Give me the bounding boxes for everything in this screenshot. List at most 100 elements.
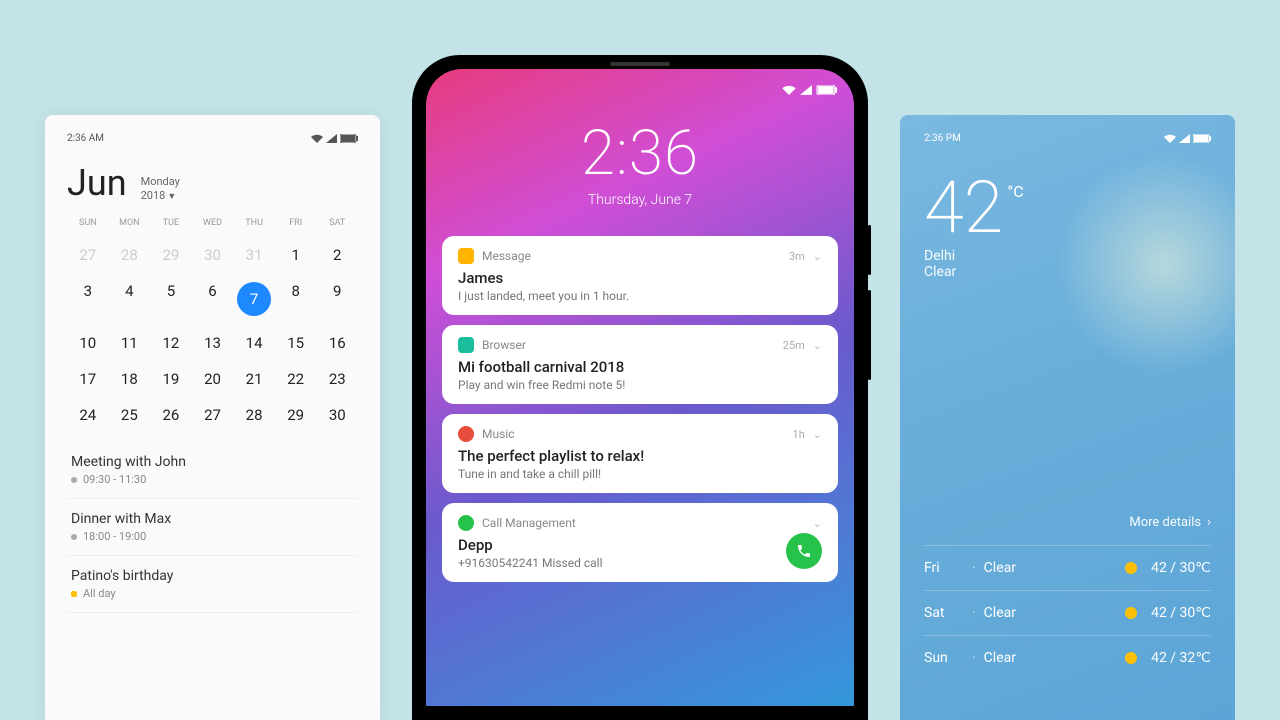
calendar-day[interactable]: 7: [233, 282, 275, 316]
notification-title: James: [458, 269, 822, 287]
calendar-day[interactable]: 19: [150, 370, 192, 388]
signal-icon: [326, 134, 337, 143]
calendar-dow: SUN: [67, 218, 109, 228]
notification-time: 25m: [783, 339, 805, 352]
status-bar: 2:36 AM: [67, 133, 358, 144]
calendar-day[interactable]: 30: [316, 406, 358, 424]
calendar-day[interactable]: 28: [109, 246, 151, 264]
forecast-condition: Clear: [984, 650, 1125, 666]
calendar-day[interactable]: 27: [192, 406, 234, 424]
notification-app: Call Management: [482, 516, 576, 530]
notification-body: +91630542241 Missed call: [458, 556, 786, 570]
more-details-link[interactable]: More details ›: [1129, 515, 1211, 530]
calendar-day[interactable]: 3: [67, 282, 109, 316]
calendar-day[interactable]: 5: [150, 282, 192, 316]
app-icon: [458, 248, 474, 264]
chevron-down-icon[interactable]: ⌄: [813, 339, 822, 352]
calendar-day[interactable]: 10: [67, 334, 109, 352]
status-bar: [442, 85, 838, 95]
calendar-dow: TUE: [150, 218, 192, 228]
battery-icon: [1193, 134, 1211, 143]
calendar-day[interactable]: 23: [316, 370, 358, 388]
calendar-day[interactable]: 11: [109, 334, 151, 352]
signal-icon: [1179, 134, 1190, 143]
calendar-day[interactable]: 14: [233, 334, 275, 352]
notification-app: Message: [482, 249, 531, 263]
phone-speaker: [610, 62, 670, 66]
weather-condition: Clear: [924, 264, 1211, 280]
calendar-app: 2:36 AM Jun Monday 2018▼ SUNMONTUEWEDTHU…: [45, 115, 380, 720]
calendar-day[interactable]: 29: [150, 246, 192, 264]
notification-card[interactable]: Browser 25m ⌄ Mi football carnival 2018 …: [442, 325, 838, 404]
calendar-day[interactable]: 31: [233, 246, 275, 264]
calendar-day[interactable]: 18: [109, 370, 151, 388]
event-dot-icon: [71, 591, 77, 597]
lock-screen[interactable]: 2:36 Thursday, June 7 Message 3m ⌄ James…: [426, 69, 854, 706]
battery-icon: [816, 85, 838, 95]
separator-icon: ·: [972, 605, 976, 621]
app-icon: [458, 337, 474, 353]
calendar-day[interactable]: 4: [109, 282, 151, 316]
phone-side-button: [868, 225, 871, 275]
chevron-down-icon[interactable]: ⌄: [813, 250, 822, 263]
chevron-down-icon[interactable]: ⌄: [813, 517, 822, 530]
calendar-day[interactable]: 2: [316, 246, 358, 264]
more-details-label: More details: [1129, 515, 1201, 530]
sun-icon: [1125, 562, 1137, 574]
calendar-day[interactable]: 22: [275, 370, 317, 388]
calendar-header[interactable]: Jun Monday 2018▼: [67, 162, 358, 204]
calendar-day[interactable]: 6: [192, 282, 234, 316]
event-dot-icon: [71, 534, 77, 540]
forecast-list: Fri · Clear 42 / 30℃Sat · Clear 42 / 30℃…: [924, 545, 1211, 680]
forecast-day: Sun: [924, 650, 964, 666]
status-icons: [311, 134, 358, 143]
calendar-day[interactable]: 28: [233, 406, 275, 424]
separator-icon: ·: [972, 560, 976, 576]
calendar-day[interactable]: 24: [67, 406, 109, 424]
wifi-icon: [1164, 134, 1176, 143]
status-icons: [1164, 133, 1211, 144]
calendar-day[interactable]: 25: [109, 406, 151, 424]
forecast-row[interactable]: Fri · Clear 42 / 30℃: [924, 545, 1211, 590]
signal-icon: [800, 85, 812, 95]
calendar-day[interactable]: 30: [192, 246, 234, 264]
event-title: Dinner with Max: [71, 511, 354, 527]
calendar-day[interactable]: 1: [275, 246, 317, 264]
status-time: 2:36 AM: [67, 133, 104, 144]
event-item[interactable]: Dinner with Max 18:00 - 19:00: [67, 499, 358, 556]
wifi-icon: [782, 85, 796, 95]
forecast-row[interactable]: Sat · Clear 42 / 30℃: [924, 590, 1211, 635]
calendar-day[interactable]: 12: [150, 334, 192, 352]
phone-icon: [796, 543, 812, 559]
calendar-day[interactable]: 20: [192, 370, 234, 388]
notification-title: Depp: [458, 536, 786, 554]
calendar-day[interactable]: 21: [233, 370, 275, 388]
chevron-down-icon[interactable]: ⌄: [813, 428, 822, 441]
notification-body: Play and win free Redmi note 5!: [458, 378, 822, 392]
calendar-dow: SAT: [316, 218, 358, 228]
calendar-day[interactable]: 15: [275, 334, 317, 352]
calendar-day[interactable]: 17: [67, 370, 109, 388]
calendar-day[interactable]: 29: [275, 406, 317, 424]
event-item[interactable]: Patino's birthday All day: [67, 556, 358, 613]
calendar-day[interactable]: 13: [192, 334, 234, 352]
calendar-day[interactable]: 26: [150, 406, 192, 424]
chevron-right-icon: ›: [1207, 515, 1211, 530]
forecast-row[interactable]: Sun · Clear 42 / 32℃: [924, 635, 1211, 680]
lock-time: 2:36: [442, 117, 838, 190]
chevron-down-icon: ▼: [167, 192, 176, 202]
calendar-day[interactable]: 8: [275, 282, 317, 316]
notification-card[interactable]: Music 1h ⌄ The perfect playlist to relax…: [442, 414, 838, 493]
event-item[interactable]: Meeting with John 09:30 - 11:30: [67, 442, 358, 499]
notification-card[interactable]: Message 3m ⌄ James I just landed, meet y…: [442, 236, 838, 315]
forecast-temps: 42 / 30℃: [1151, 560, 1211, 576]
lock-clock: 2:36 Thursday, June 7: [442, 117, 838, 208]
calendar-day[interactable]: 27: [67, 246, 109, 264]
notification-list: Message 3m ⌄ James I just landed, meet y…: [442, 236, 838, 582]
weather-location: Delhi: [924, 248, 1211, 264]
calendar-day[interactable]: 9: [316, 282, 358, 316]
calendar-day[interactable]: 16: [316, 334, 358, 352]
notification-app: Music: [482, 427, 514, 441]
notification-card[interactable]: Call Management ⌄ Depp +91630542241 Miss…: [442, 503, 838, 582]
call-button[interactable]: [786, 533, 822, 569]
